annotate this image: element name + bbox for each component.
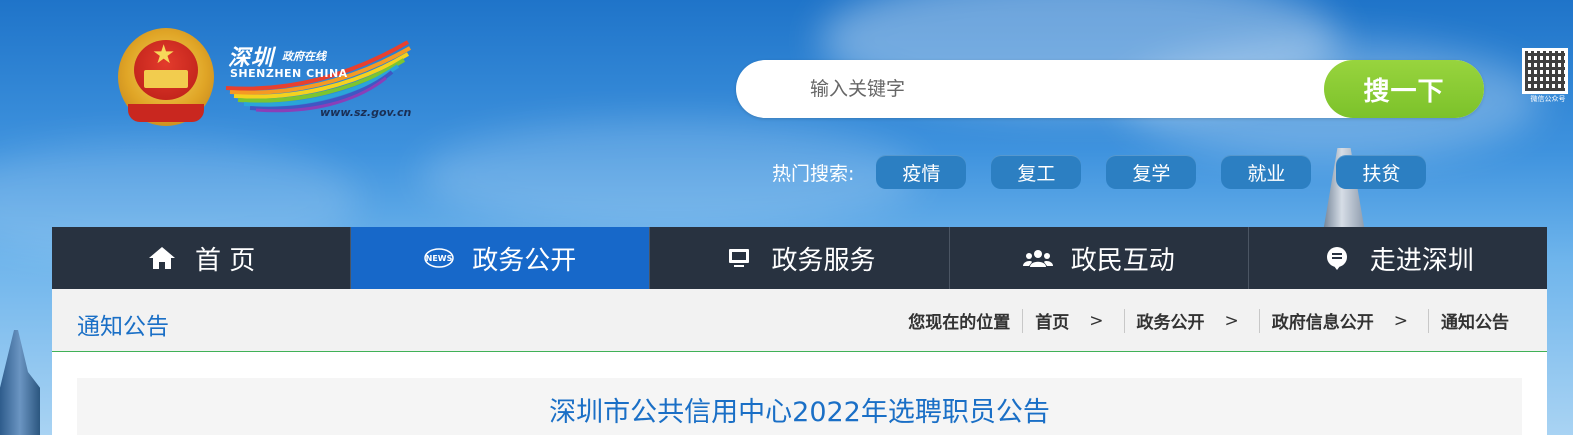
brand-en-text: SHENZHEN CHINA xyxy=(230,67,348,80)
hot-tag-jiuye[interactable]: 就业 xyxy=(1221,155,1312,189)
hot-tag-fuxue[interactable]: 复学 xyxy=(1106,155,1197,189)
main-nav: 首 页 NEWS 政务公开 政务服务 政民互动 走进深圳 xyxy=(52,227,1547,289)
qr-caption: 微信公众号 xyxy=(1530,95,1566,103)
nav-item-gov-affairs-open[interactable]: NEWS 政务公开 xyxy=(351,227,651,289)
svg-text:NEWS: NEWS xyxy=(426,254,453,263)
breadcrumb: 您现在的位置 首页 > 政务公开 > 政府信息公开 > 通知公告 xyxy=(908,308,1509,333)
hot-search: 热门搜索: 疫情 复工 复学 就业 扶贫 xyxy=(772,154,1451,190)
nav-label: 政民互动 xyxy=(1070,245,1175,276)
search-button[interactable]: 搜一下 xyxy=(1324,60,1484,118)
nav-item-citizen-interaction[interactable]: 政民互动 xyxy=(950,227,1249,289)
qr-code-icon[interactable]: 微信公众号 xyxy=(1522,48,1568,103)
nav-label: 政务公开 xyxy=(472,245,577,276)
search-input[interactable] xyxy=(810,74,1310,104)
breadcrumb-link-notices[interactable]: 通知公告 xyxy=(1441,308,1509,333)
hot-tag-yiqing[interactable]: 疫情 xyxy=(876,155,967,189)
monitor-icon xyxy=(724,243,754,273)
nav-item-gov-services[interactable]: 政务服务 xyxy=(650,227,950,289)
crumb-bar: 通知公告 您现在的位置 首页 > 政务公开 > 政府信息公开 > 通知公告 xyxy=(52,289,1547,352)
nav-label: 政务服务 xyxy=(771,245,876,276)
breadcrumb-separator: > xyxy=(1224,310,1239,331)
breadcrumb-prefix: 您现在的位置 xyxy=(908,313,1011,333)
news-icon: NEWS xyxy=(424,243,455,273)
nav-label: 走进深圳 xyxy=(1369,245,1474,276)
breadcrumb-separator: > xyxy=(1393,310,1408,331)
nav-item-home[interactable]: 首 页 xyxy=(52,227,352,289)
search-bar: 搜一下 xyxy=(736,60,1484,118)
breadcrumb-link-gov-info-open[interactable]: 政府信息公开 xyxy=(1272,308,1374,333)
home-icon xyxy=(147,243,177,273)
brand-cn-sub-text: 政府在线 xyxy=(282,50,326,63)
article-header: 深圳市公共信用中心2022年选聘职员公告 xyxy=(77,378,1522,435)
site-logo[interactable]: 深圳 政府在线 SHENZHEN CHINA www.sz.gov.cn xyxy=(226,40,416,124)
national-emblem-icon: ★ xyxy=(118,28,214,126)
breadcrumb-separator: > xyxy=(1089,310,1104,331)
content-panel: 通知公告 您现在的位置 首页 > 政务公开 > 政府信息公开 > 通知公告 深圳… xyxy=(52,289,1547,435)
info-icon xyxy=(1322,243,1352,273)
breadcrumb-link-gov-affairs-open[interactable]: 政务公开 xyxy=(1137,308,1205,333)
hot-tag-fugong[interactable]: 复工 xyxy=(991,155,1082,189)
nav-item-about-shenzhen[interactable]: 走进深圳 xyxy=(1249,227,1547,289)
people-icon xyxy=(1022,243,1053,273)
nav-label: 首 页 xyxy=(194,245,256,276)
brand-url-text: www.sz.gov.cn xyxy=(320,106,412,119)
hot-tag-fupin[interactable]: 扶贫 xyxy=(1336,155,1427,189)
breadcrumb-link-home[interactable]: 首页 xyxy=(1035,308,1069,333)
section-title: 通知公告 xyxy=(77,314,169,340)
article-title: 深圳市公共信用中心2022年选聘职员公告 xyxy=(549,397,1050,428)
hot-search-label: 热门搜索: xyxy=(772,162,855,185)
